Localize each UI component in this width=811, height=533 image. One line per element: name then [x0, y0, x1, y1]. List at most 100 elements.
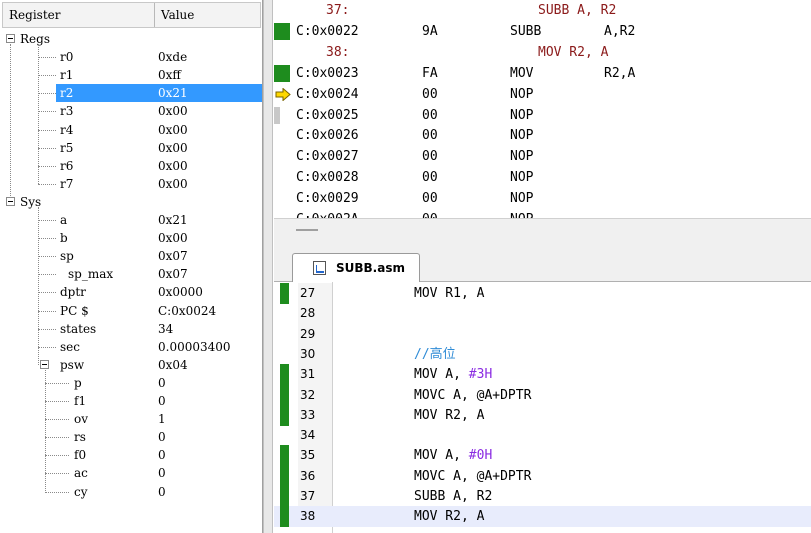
disassembly-pane[interactable]: 37: SUBB A, R2 C:0x0022 9A SUBB A,R2 38: MOV R2… — [274, 0, 811, 218]
line-number: 37 — [298, 486, 332, 507]
collapse-toggle-icon[interactable] — [6, 196, 15, 206]
tab-subb-asm[interactable]: SUBB.asm — [292, 253, 420, 283]
register-name: PC $ — [60, 303, 89, 318]
value-column-header[interactable]: Value — [155, 3, 260, 27]
psw-bit-cy[interactable]: cy 0 — [0, 483, 262, 501]
source-line[interactable]: 37: SUBB A, R2 — [274, 0, 811, 21]
disasm-line[interactable]: C:0x0023 FA MOV R2,A — [274, 63, 811, 84]
line-number: 29 — [298, 323, 332, 345]
editor-line[interactable]: 36 MOVC A, @A+DPTR — [274, 465, 811, 487]
collapse-toggle-icon[interactable] — [40, 359, 49, 369]
editor-line[interactable]: 37 SUBB A, R2 — [274, 486, 811, 507]
instruction-mnemonic: NOP — [510, 86, 534, 102]
editor-line[interactable]: 34 — [274, 425, 811, 447]
editor-line[interactable]: 27 MOV R1, A — [274, 283, 811, 304]
register-value: 0x07 — [158, 267, 188, 282]
executed-marker — [274, 64, 290, 82]
coverage-marker — [280, 283, 289, 304]
instruction-mnemonic: SUBB — [510, 23, 542, 39]
tree-group-sys[interactable]: Sys — [0, 193, 262, 211]
pc-arrow-icon — [275, 87, 291, 101]
register-name: r3 — [60, 104, 74, 119]
code-text: SUBB A, R2 — [414, 486, 492, 507]
vertical-splitter[interactable] — [263, 0, 273, 533]
disasm-line[interactable]: C:0x0029 00 NOP — [274, 188, 811, 209]
code-token: MOVC A, @A+DPTR — [414, 387, 532, 403]
collapse-toggle-icon[interactable] — [6, 34, 15, 43]
register-value: 0x04 — [158, 357, 188, 372]
editor-tabbar: SUBB.asm — [274, 248, 811, 283]
editor-line[interactable]: 33 MOV R2, A — [274, 404, 811, 426]
register-name: f1 — [74, 394, 87, 408]
disasm-line[interactable]: C:0x002A 00 NOP — [274, 209, 811, 218]
register-value: 0 — [158, 484, 166, 499]
register-name: psw — [60, 357, 85, 372]
psw-bit-ov[interactable]: ov 1 — [0, 410, 262, 428]
psw-bit-rs[interactable]: rs 0 — [0, 428, 262, 446]
source-line[interactable]: 38: MOV R2, A — [274, 42, 811, 63]
editor-line-current[interactable]: 38 MOV R2, A — [274, 506, 811, 528]
line-number: 28 — [298, 303, 332, 325]
line-number: 27 — [298, 283, 332, 304]
register-value: 0x21 — [158, 86, 188, 101]
register-column-header[interactable]: Register — [3, 3, 155, 27]
pending-marker — [274, 106, 280, 124]
disasm-line[interactable]: C:0x0028 00 NOP — [274, 167, 811, 188]
register-value: 0 — [158, 430, 166, 445]
disasm-line[interactable]: C:0x0024 00 NOP — [274, 84, 811, 105]
register-value: 0 — [158, 448, 166, 463]
instruction-mnemonic: NOP — [510, 128, 534, 144]
tree-line — [38, 111, 56, 113]
code-text: MOV A, #0H — [414, 445, 492, 466]
psw-bit-p[interactable]: p0 — [0, 374, 262, 392]
editor-line[interactable]: 32 MOVC A, @A+DPTR — [274, 384, 811, 406]
register-name: ov — [74, 412, 89, 427]
tree-line — [38, 207, 39, 365]
register-value: 0x00 — [158, 122, 188, 137]
register-name: sp_max — [68, 267, 114, 282]
instruction-address: C:0x0026 — [296, 128, 359, 144]
tree-line — [45, 419, 69, 421]
instruction-opcode: 00 — [422, 128, 438, 144]
disasm-line[interactable]: C:0x0026 00 NOP — [274, 125, 811, 146]
tree-line — [45, 437, 69, 439]
psw-bit-f0[interactable]: f0 0 — [0, 446, 262, 464]
editor-line[interactable]: 31 MOV A, #3H — [274, 364, 811, 386]
tree-line — [45, 369, 46, 492]
editor-line[interactable]: 35 MOV A, #0H — [274, 445, 811, 467]
register-value: 0x00 — [158, 104, 188, 119]
instruction-mnemonic: NOP — [510, 209, 533, 218]
psw-bit-ac[interactable]: ac 0 — [0, 464, 262, 482]
instruction-mnemonic: NOP — [510, 149, 534, 165]
pane-splitter[interactable] — [274, 218, 811, 248]
tree-line — [38, 274, 56, 276]
tree-group-regs[interactable]: Regs — [0, 30, 262, 48]
register-name: sec — [60, 339, 80, 354]
register-row-psw[interactable]: psw 0x04 — [0, 356, 262, 374]
register-name: r5 — [60, 140, 74, 155]
source-editor[interactable]: 27 MOV R1, A 28 29 30 //高位 31 MOV A, #3H 32 MOVC … — [274, 282, 811, 533]
tree-line — [45, 491, 69, 493]
psw-bit-f1[interactable]: f1 0 — [0, 392, 262, 410]
line-number: 33 — [298, 404, 332, 426]
instruction-opcode: 00 — [422, 191, 438, 207]
editor-line[interactable]: 30 //高位 — [274, 343, 811, 365]
instruction-address: C:0x0022 — [296, 23, 359, 39]
instruction-opcode: 00 — [422, 170, 438, 186]
disasm-line[interactable]: C:0x0025 00 NOP — [274, 105, 811, 126]
register-name: sp — [60, 249, 74, 264]
disasm-line[interactable]: C:0x0022 9A SUBB A,R2 — [274, 21, 811, 42]
register-value: 0x07 — [158, 249, 188, 264]
register-name: states — [60, 321, 97, 336]
register-value: 0x00 — [158, 158, 188, 173]
editor-line[interactable]: 28 — [274, 303, 811, 325]
instruction-opcode: 00 — [422, 209, 438, 218]
line-number: 30 — [298, 343, 332, 365]
register-name: Regs — [20, 32, 50, 46]
code-text: MOVC A, @A+DPTR — [414, 466, 531, 487]
code-token: SUBB A, R2 — [414, 489, 493, 504]
editor-line[interactable]: 29 — [274, 323, 811, 345]
coverage-marker — [280, 364, 289, 386]
register-name: b — [60, 231, 68, 246]
disasm-line[interactable]: C:0x0027 00 NOP — [274, 146, 811, 167]
